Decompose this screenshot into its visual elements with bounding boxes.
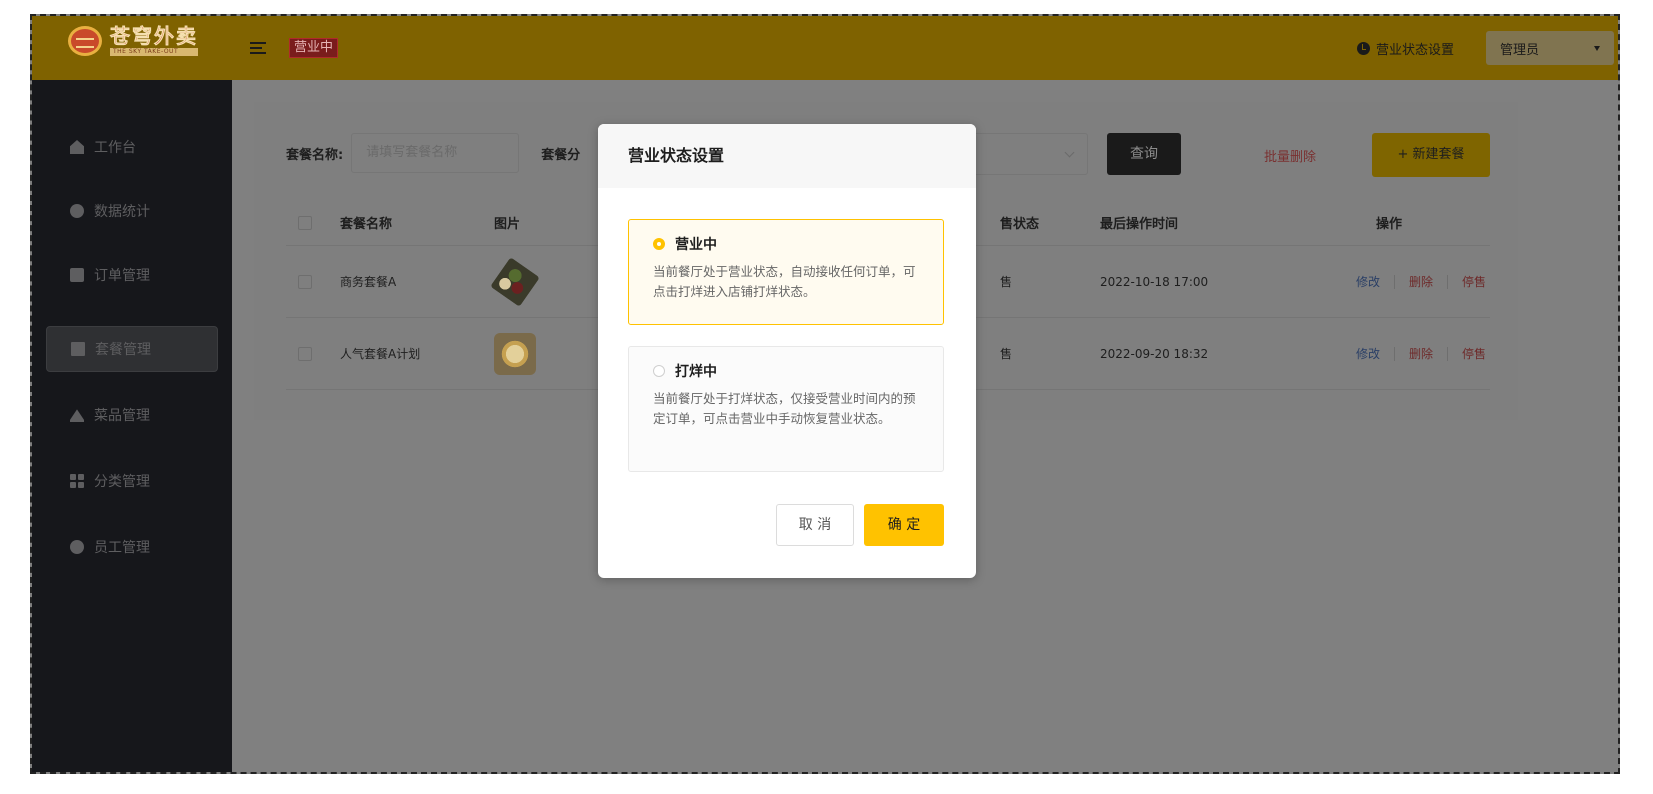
col-header-ops: 操作: [1376, 217, 1403, 232]
combo-name: 人气套餐A计划: [340, 347, 421, 361]
combo-update-time: 2022-09-20 18:32: [1100, 346, 1209, 361]
new-combo-button[interactable]: + 新建套餐: [1372, 133, 1490, 177]
confirm-button[interactable]: 确 定: [864, 504, 944, 546]
home-icon: [70, 140, 84, 154]
sidebar-item-combos[interactable]: 套餐管理: [46, 326, 218, 372]
sidebar-item-label: 员工管理: [94, 540, 150, 556]
sidebar-item-statistics[interactable]: 数据统计: [46, 188, 218, 234]
batch-delete-button[interactable]: 批量删除: [1264, 146, 1316, 165]
combo-status: 售: [1000, 275, 1013, 289]
radio-selected-icon[interactable]: [653, 238, 665, 250]
combo-icon: [71, 342, 85, 356]
sidebar-item-label: 工作台: [94, 140, 136, 156]
option-title: 营业中: [675, 237, 717, 253]
menu-toggle-icon[interactable]: [250, 42, 268, 56]
option-open[interactable]: 营业中 当前餐厅处于营业状态，自动接收任何订单，可点击打烊进入店铺打烊状态。: [628, 219, 944, 325]
logo-emblem-icon: [68, 26, 102, 56]
sidebar-item-staff[interactable]: 员工管理: [46, 524, 218, 570]
category-icon: [70, 474, 84, 488]
query-button[interactable]: 查询: [1107, 133, 1181, 175]
sidebar-item-workbench[interactable]: 工作台: [46, 124, 218, 170]
stop-sale-link[interactable]: 停售: [1462, 345, 1486, 362]
option-title: 打烊中: [675, 364, 717, 380]
col-header-time: 最后操作时间: [1100, 217, 1179, 232]
sidebar-item-label: 分类管理: [94, 474, 150, 490]
cancel-button[interactable]: 取 消: [776, 504, 854, 546]
name-search-input[interactable]: 请填写套餐名称: [351, 133, 520, 173]
logo-subtitle: THE SKY TAKE-OUT: [110, 48, 198, 56]
col-header-image: 图片: [494, 217, 521, 232]
sidebar-item-label: 订单管理: [94, 268, 150, 284]
col-header-status: 售状态: [1000, 217, 1040, 232]
edit-link[interactable]: 修改: [1356, 345, 1380, 362]
admin-label: 管理员: [1500, 42, 1540, 58]
business-status-dialog: 营业状态设置 营业中 当前餐厅处于营业状态，自动接收任何订单，可点击打烊进入店铺…: [598, 124, 976, 578]
select-all-checkbox[interactable]: [298, 215, 312, 230]
sidebar: 工作台 数据统计 订单管理 套餐管理 菜品管理 分类管理 员工管理: [32, 80, 232, 772]
delete-link[interactable]: 删除: [1409, 345, 1433, 362]
sidebar-item-label: 菜品管理: [94, 408, 150, 424]
clock-icon: [1356, 41, 1370, 55]
chart-icon: [70, 204, 84, 218]
col-header-name: 套餐名称: [340, 217, 393, 232]
logo-title: 苍穹外卖: [110, 24, 198, 48]
sidebar-item-label: 数据统计: [94, 204, 150, 220]
combo-status: 售: [1000, 347, 1013, 361]
sidebar-item-dishes[interactable]: 菜品管理: [46, 392, 218, 438]
admin-dropdown[interactable]: 管理员: [1486, 31, 1614, 65]
row-checkbox[interactable]: [298, 274, 312, 289]
combo-name: 商务套餐A: [340, 275, 397, 289]
option-description: 当前餐厅处于营业状态，自动接收任何订单，可点击打烊进入店铺打烊状态。: [653, 264, 916, 299]
combo-update-time: 2022-10-18 17:00: [1100, 274, 1209, 289]
radio-unselected-icon[interactable]: [653, 365, 665, 377]
combo-image: [494, 332, 536, 375]
combo-image: [490, 256, 540, 307]
app-frame: 苍穹外卖 THE SKY TAKE-OUT 营业中 营业状态设置 管理员 工作台…: [30, 14, 1620, 774]
row-checkbox[interactable]: [298, 346, 312, 361]
name-filter-label: 套餐名称:: [286, 147, 344, 163]
top-header: 苍穹外卖 THE SKY TAKE-OUT 营业中 营业状态设置 管理员: [32, 16, 1618, 80]
edit-link[interactable]: 修改: [1356, 273, 1380, 290]
sidebar-item-categories[interactable]: 分类管理: [46, 458, 218, 504]
sidebar-item-label: 套餐管理: [95, 342, 151, 358]
caret-down-icon: [1594, 45, 1600, 51]
business-status-setting-button[interactable]: 营业状态设置: [1356, 39, 1454, 58]
business-status-badge: 营业中: [289, 38, 339, 58]
logo: 苍穹外卖 THE SKY TAKE-OUT: [68, 26, 198, 56]
dialog-title: 营业状态设置: [598, 124, 976, 188]
stop-sale-link[interactable]: 停售: [1462, 273, 1486, 290]
option-description: 当前餐厅处于打烊状态，仅接受营业时间内的预定订单，可点击营业中手动恢复营业状态。: [653, 391, 916, 426]
order-icon: [70, 268, 84, 282]
staff-icon: [70, 540, 84, 554]
business-status-setting-label: 营业状态设置: [1375, 42, 1454, 58]
dish-icon: [70, 409, 84, 422]
sidebar-item-orders[interactable]: 订单管理: [46, 252, 218, 298]
option-closed[interactable]: 打烊中 当前餐厅处于打烊状态，仅接受营业时间内的预定订单，可点击营业中手动恢复营…: [628, 346, 944, 472]
category-filter-label: 套餐分: [541, 147, 581, 163]
delete-link[interactable]: 删除: [1409, 273, 1433, 290]
